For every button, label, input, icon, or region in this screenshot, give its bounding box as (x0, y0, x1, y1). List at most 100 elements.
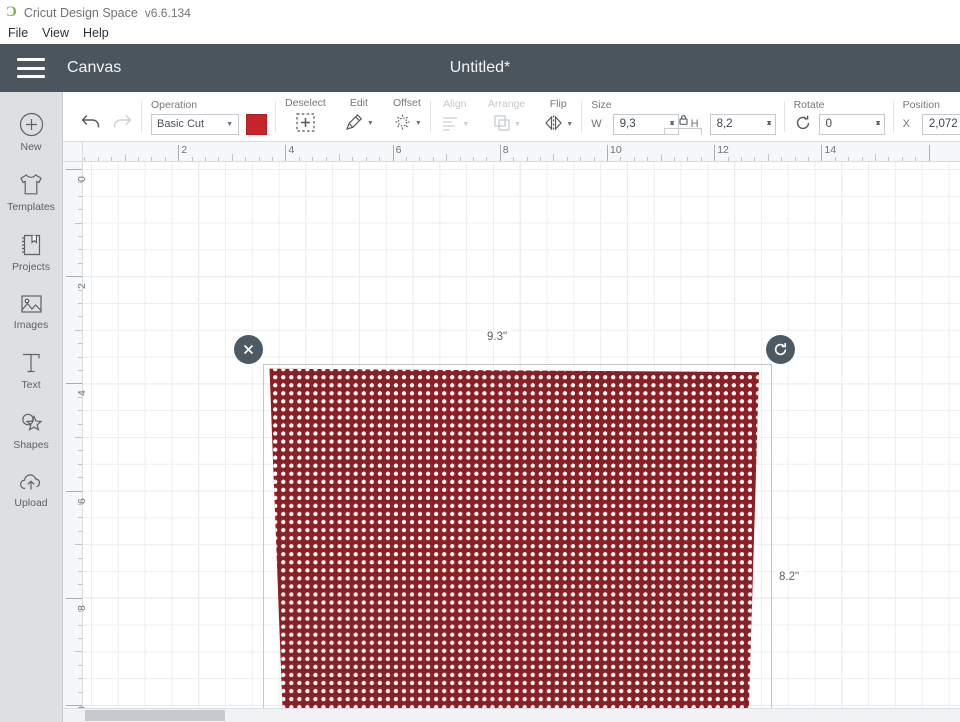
ruler-tick (78, 262, 82, 264)
ruler-tick (78, 691, 82, 693)
ruler-tick (741, 157, 742, 161)
undo-arrow-icon[interactable] (80, 111, 103, 134)
operation-value: Basic Cut (157, 118, 205, 130)
ruler-tick (138, 157, 139, 161)
ruler-tick (75, 437, 82, 438)
width-label: W (591, 118, 602, 130)
rotate-handle[interactable] (766, 335, 795, 364)
position-x-input[interactable] (928, 118, 960, 130)
sidebar-item-templates[interactable]: Templates (0, 163, 62, 223)
ruler-tick (848, 157, 850, 161)
rotate-group: Rotate ▲▼ (785, 92, 894, 141)
sidebar-item-label: Images (13, 319, 49, 331)
width-input[interactable] (619, 118, 664, 130)
sidebar-item-label: Shapes (13, 439, 49, 451)
height-input[interactable] (716, 118, 761, 130)
ruler-tick (66, 383, 82, 385)
ruler-tick (164, 157, 166, 161)
chevron-down-icon: ▼ (514, 120, 521, 128)
edit-pencil-icon (344, 112, 365, 135)
position-caption: Position (902, 98, 940, 111)
ruler-tick (861, 157, 863, 161)
canvas-mode-label[interactable]: Canvas (67, 59, 121, 77)
menu-view[interactable]: View (42, 26, 69, 40)
ruler-tick (78, 624, 82, 626)
aspect-lock-toggle[interactable] (664, 113, 703, 135)
rotate-field[interactable]: ▲▼ (818, 113, 885, 135)
cut-color-swatch[interactable] (246, 113, 267, 135)
ruler-tick (834, 157, 836, 161)
sidebar-item-shapes[interactable]: Shapes (0, 401, 62, 461)
sidebar-item-text[interactable]: Text (0, 341, 62, 401)
chevron-down-icon: ▼ (566, 120, 574, 128)
deselect-button[interactable]: Deselect (285, 97, 326, 136)
flip-button[interactable]: Flip ▼ (543, 98, 573, 136)
lock-closed-icon (677, 113, 690, 129)
ruler-tick (459, 157, 461, 161)
ruler-tick (78, 423, 82, 425)
ruler-tick (78, 343, 82, 345)
application-version: v6.6.134 (144, 6, 191, 20)
ruler-tick (298, 157, 300, 161)
ruler-tick (191, 157, 193, 161)
edit-button[interactable]: Edit ▼ (344, 97, 374, 135)
ruler-label: 2 (181, 144, 188, 156)
sidebar-item-images[interactable]: Images (0, 283, 62, 341)
delete-handle[interactable] (234, 335, 263, 364)
ruler-tick (75, 544, 82, 546)
operation-caption: Operation (151, 98, 198, 111)
ruler-tick (446, 154, 448, 161)
app-header: Canvas Untitled* (0, 44, 960, 92)
ruler-tick (78, 289, 82, 291)
ruler-tick (754, 157, 756, 161)
menu-file[interactable]: File (8, 26, 28, 40)
size-group: Size W ▲▼ (582, 92, 785, 141)
sidebar-item-upload[interactable]: Upload (0, 461, 62, 519)
height-field[interactable]: ▲▼ (709, 113, 776, 135)
position-x-field[interactable]: ▲▼ (921, 113, 960, 135)
ruler-tick (339, 154, 340, 161)
ruler-tick (78, 584, 82, 586)
rotate-arrow-icon (794, 114, 812, 135)
offset-button[interactable]: Offset ▼ (392, 97, 422, 135)
hamburger-icon[interactable] (17, 58, 45, 78)
ruler-tick (272, 157, 273, 161)
horizontal-scrollbar-thumb[interactable] (85, 710, 225, 721)
ruler-tick (566, 157, 568, 161)
ruler-label: 8 (76, 604, 88, 611)
app-identity-row: Ɔ Cricut Design Space v6.6.134 (0, 0, 960, 22)
operation-select[interactable]: Basic Cut ▼ (151, 113, 239, 135)
ruler-label: 0 (76, 176, 88, 182)
photo-icon (18, 292, 45, 316)
text-t-icon (18, 350, 44, 376)
horizontal-scrollbar[interactable] (63, 708, 960, 722)
sidebar-item-new[interactable]: New (0, 102, 62, 163)
vertical-ruler: 0 2 4 6 8 10 (63, 142, 88, 708)
ruler-label: 4 (288, 144, 295, 156)
redo-arrow-icon (110, 111, 133, 134)
ruler-tick (727, 157, 729, 161)
ruler-tick (419, 157, 421, 161)
ruler-tick (78, 517, 82, 519)
ruler-tick (406, 157, 407, 161)
sidebar-item-projects[interactable]: Projects (0, 223, 62, 283)
ruler-tick (325, 157, 327, 161)
tshirt-icon (17, 172, 45, 198)
ruler-tick (78, 530, 82, 532)
left-sidebar: New Templates Projects Images Text Shape… (0, 92, 63, 722)
design-canvas[interactable]: 9.3" 8.2" 2 4 6 8 10 12 14 0 2 4 6 8 (63, 142, 960, 708)
ruler-tick (78, 504, 82, 505)
ruler-tick (78, 638, 82, 639)
ruler-label: 10 (610, 144, 622, 156)
ruler-tick (78, 678, 82, 680)
ruler-tick (66, 276, 82, 278)
ruler-label: 10 (76, 706, 88, 708)
ruler-tick (78, 611, 82, 613)
ruler-tick (352, 157, 354, 161)
ruler-tick (78, 557, 82, 559)
ruler-tick (365, 157, 367, 161)
rotate-input[interactable] (825, 118, 870, 130)
document-title: Untitled* (449, 59, 511, 76)
ruler-tick (633, 157, 635, 161)
menu-help[interactable]: Help (83, 26, 109, 40)
